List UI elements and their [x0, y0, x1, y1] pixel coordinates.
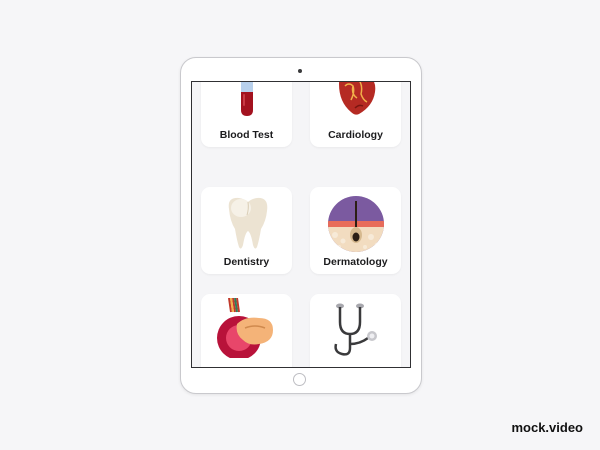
app-screen: Blood Test Cardiology Dentistry Dermatol…	[191, 81, 411, 368]
stethoscope-icon	[334, 303, 377, 356]
home-button[interactable]	[293, 373, 306, 386]
tooth-icon	[228, 197, 268, 249]
service-label: Cardiology	[328, 129, 383, 141]
service-card-dermatology[interactable]: Dermatology	[310, 187, 401, 274]
skin-hair-follicle-icon	[328, 196, 384, 252]
service-card-blood-test[interactable]: Blood Test	[201, 82, 292, 147]
service-label: Dermatology	[323, 256, 388, 268]
service-label: Dentistry	[223, 256, 270, 268]
service-card-stomach[interactable]	[201, 294, 292, 367]
tablet-device-frame: Blood Test Cardiology Dentistry Dermatol…	[180, 57, 422, 394]
watermark-text: mock.video	[511, 420, 583, 435]
service-card-general[interactable]	[310, 294, 401, 367]
stomach-organ-icon	[217, 298, 273, 358]
front-camera	[298, 69, 302, 73]
blood-test-tube-icon	[241, 82, 253, 116]
service-card-dentistry[interactable]: Dentistry	[201, 187, 292, 274]
anatomical-heart-icon	[339, 82, 376, 115]
service-label: Blood Test	[219, 129, 274, 141]
service-card-cardiology[interactable]: Cardiology	[310, 82, 401, 147]
